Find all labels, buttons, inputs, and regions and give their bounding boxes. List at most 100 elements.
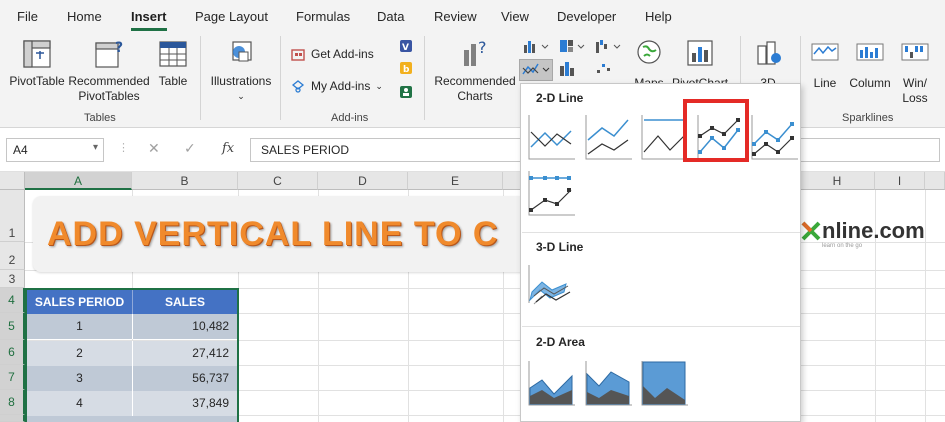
- tab-file[interactable]: File: [17, 9, 38, 24]
- 100-stacked-line-with-markers-option[interactable]: [526, 170, 576, 216]
- logo-x-icon: [801, 221, 821, 241]
- 3d-map-icon: [757, 41, 781, 65]
- line-chart-gallery[interactable]: 2-D Line 3-D Line 2-D Area: [520, 83, 801, 422]
- row-header-9[interactable]: [0, 415, 25, 422]
- people-graph-icon[interactable]: [398, 84, 414, 103]
- sparkline-winloss-icon: [901, 43, 929, 61]
- visio-icon[interactable]: V: [398, 38, 414, 57]
- row-header-4[interactable]: 4: [0, 288, 25, 313]
- tab-home[interactable]: Home: [67, 9, 102, 24]
- sales-table[interactable]: SALES PERIOD SALES 1 10,482 2 27,412 3 5…: [25, 288, 239, 422]
- column-header-i[interactable]: I: [875, 172, 925, 190]
- excel-window: File Home Insert Page Layout Formulas Da…: [0, 0, 945, 422]
- cell-period[interactable]: 2: [27, 341, 133, 366]
- recommended-charts-icon: ?: [464, 38, 487, 66]
- cell-sales[interactable]: 27,412: [133, 341, 237, 366]
- line-chart-dropdown[interactable]: [519, 59, 553, 81]
- 100-stacked-area-chart-option[interactable]: [639, 360, 689, 406]
- recommended-charts-button[interactable]: ? Recommended Charts: [432, 38, 518, 104]
- tab-formulas[interactable]: Formulas: [296, 9, 350, 24]
- stacked-area-chart-option[interactable]: [583, 360, 633, 406]
- chevron-down-icon: ⌄: [375, 80, 383, 91]
- column-chart-dropdown[interactable]: [522, 38, 552, 57]
- statistic-chart-dropdown[interactable]: [558, 60, 580, 81]
- illustrations-label: Illustrations: [210, 74, 272, 88]
- logo-tagline: learn on the go: [822, 243, 863, 249]
- recommended-charts-label-2: Charts: [457, 89, 493, 103]
- row-header-1[interactable]: 1: [0, 190, 25, 242]
- sparkline-line-button[interactable]: Line: [808, 38, 842, 91]
- column-header-h[interactable]: H: [800, 172, 875, 190]
- stacked-line-chart-option[interactable]: [583, 114, 633, 160]
- bing-icon[interactable]: b: [398, 60, 414, 79]
- cell-period[interactable]: 4: [27, 391, 133, 416]
- select-all-corner[interactable]: [0, 172, 25, 190]
- cell-sales[interactable]: 10,482: [133, 314, 237, 339]
- cell-sales[interactable]: 56,737: [133, 366, 237, 391]
- active-tab-indicator: [131, 28, 167, 31]
- enter-icon[interactable]: ✓: [184, 140, 196, 157]
- column-header-e[interactable]: E: [408, 172, 503, 190]
- scatter-chart-dropdown[interactable]: [594, 60, 616, 81]
- svg-text:b: b: [403, 65, 410, 75]
- tab-developer[interactable]: Developer: [557, 9, 616, 24]
- stacked-line-with-markers-option[interactable]: [749, 114, 799, 160]
- section-divider: [522, 232, 800, 233]
- row-header-6[interactable]: 6: [0, 340, 25, 365]
- insert-function-button[interactable]: fx: [222, 141, 234, 156]
- line-chart-option[interactable]: [526, 114, 576, 160]
- hierarchy-chart-dropdown[interactable]: [558, 38, 588, 57]
- cancel-icon[interactable]: ✕: [148, 140, 160, 157]
- name-box[interactable]: A4 ▾: [6, 138, 104, 162]
- addin-icon: [291, 80, 305, 93]
- sparkline-column-icon: [856, 43, 884, 61]
- chevron-down-icon[interactable]: ▾: [93, 142, 98, 153]
- column-header-next[interactable]: [925, 172, 945, 190]
- cell-sales[interactable]: 37,849: [133, 391, 237, 416]
- illustrations-button[interactable]: Illustrations ⌄: [206, 38, 276, 104]
- selection-highlight-box: [683, 99, 749, 162]
- table-button[interactable]: Table: [152, 38, 194, 89]
- row-header-7[interactable]: 7: [0, 365, 25, 390]
- tab-view[interactable]: View: [501, 9, 529, 24]
- column-header-a[interactable]: A: [25, 172, 132, 190]
- sparkline-winloss-button[interactable]: Win/ Loss: [898, 38, 932, 106]
- row-header-3[interactable]: 3: [0, 270, 25, 288]
- ribbon-separator: [280, 36, 281, 120]
- addins-group-label: Add-ins: [331, 112, 369, 124]
- tab-page-layout[interactable]: Page Layout: [195, 9, 268, 24]
- cell-period[interactable]: 1: [27, 314, 133, 339]
- table-row[interactable]: [27, 416, 237, 422]
- my-addins-button[interactable]: My Add-ins ⌄: [290, 78, 383, 94]
- sparkline-column-button[interactable]: Column: [845, 38, 895, 91]
- waterfall-chart-dropdown[interactable]: [594, 38, 624, 57]
- svg-text:V: V: [402, 43, 409, 53]
- row-header-5[interactable]: 5: [0, 313, 25, 340]
- tab-review[interactable]: Review: [434, 9, 477, 24]
- row-header-8[interactable]: 8: [0, 390, 25, 415]
- 100-stacked-line-chart-option[interactable]: [639, 114, 689, 160]
- header-sales-period[interactable]: SALES PERIOD: [27, 290, 133, 314]
- header-sales[interactable]: SALES: [133, 290, 237, 314]
- table-label: Table: [158, 74, 188, 88]
- tab-help[interactable]: Help: [645, 9, 672, 24]
- title-banner[interactable]: ADD VERTICAL LINE TO C: [33, 196, 533, 272]
- get-addins-button[interactable]: Get Add-ins: [290, 46, 374, 62]
- site-logo: nline.com learn on the go: [800, 218, 925, 249]
- column-header-d[interactable]: D: [318, 172, 408, 190]
- tab-data[interactable]: Data: [377, 9, 404, 24]
- pivottable-button[interactable]: PivotTable: [8, 38, 66, 89]
- store-icon: [291, 49, 305, 61]
- section-3d-line: 3-D Line: [536, 240, 584, 254]
- cell-period[interactable]: 3: [27, 366, 133, 391]
- column-header-c[interactable]: C: [238, 172, 318, 190]
- column-header-b[interactable]: B: [132, 172, 238, 190]
- area-chart-option[interactable]: [526, 360, 576, 406]
- my-addins-label: My Add-ins: [311, 79, 371, 93]
- tab-insert[interactable]: Insert: [131, 9, 166, 24]
- worksheet-grid[interactable]: A B C D E F G H I 1 2 3 4 5 6 7 8 ADD: [0, 172, 945, 422]
- sparkline-winloss-label-1: Win/: [903, 76, 927, 90]
- recommended-pivottables-button[interactable]: ? Recommended PivotTables: [68, 38, 150, 104]
- 3d-line-chart-option[interactable]: [526, 264, 576, 310]
- row-header-2[interactable]: 2: [0, 242, 25, 270]
